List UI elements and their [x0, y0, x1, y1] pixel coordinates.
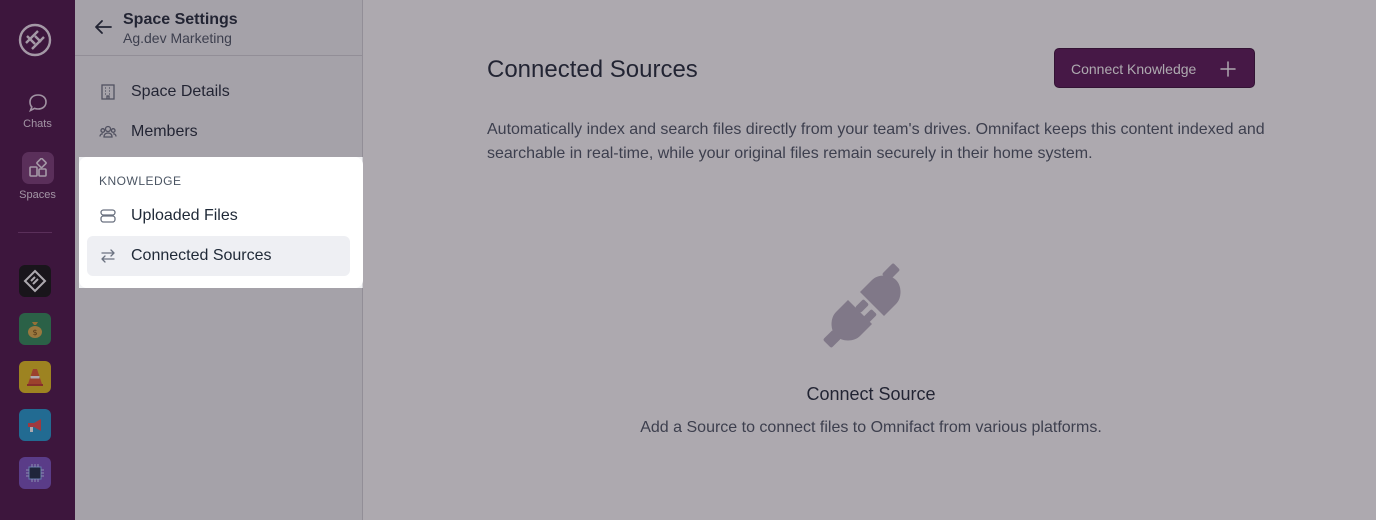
traffic-cone-icon — [27, 369, 43, 386]
app-tile-3[interactable] — [19, 361, 51, 393]
sidebar-item-connected-sources[interactable]: Connected Sources — [87, 236, 350, 276]
rail-spaces[interactable]: Spaces — [0, 152, 75, 201]
sidebar-item-label: Uploaded Files — [131, 207, 238, 224]
plug-icon — [823, 263, 901, 348]
app-tile-4[interactable] — [19, 409, 51, 441]
plus-icon — [1220, 61, 1236, 77]
connect-knowledge-button[interactable]: Connect Knowledge — [1054, 48, 1255, 88]
sidebar-item-label: Connected Sources — [131, 247, 272, 264]
chip-icon — [26, 464, 44, 482]
sidebar-item-space-details[interactable]: Space Details — [87, 72, 350, 112]
sidebar-item-label: Members — [131, 123, 198, 140]
app-rail: Chats Spaces $ — [0, 0, 75, 520]
app-diamond-icon — [23, 269, 47, 293]
spaces-grid-icon — [28, 158, 47, 177]
rail-spaces-label: Spaces — [19, 189, 56, 201]
empty-state-title: Connect Source — [806, 384, 936, 404]
page-title: Connected Sources — [487, 56, 698, 83]
app-tile-5[interactable] — [19, 457, 51, 489]
megaphone-icon — [28, 419, 41, 432]
spaces-icon-box — [21, 152, 54, 184]
main-content: Connected Sources Connect Knowledge Auto… — [363, 0, 1376, 520]
sidebar-header: Space Settings Ag.dev Marketing — [75, 0, 362, 56]
knowledge-section: KNOWLEDGE Uploaded Files Connected Sourc… — [79, 157, 363, 288]
sidebar-item-uploaded-files[interactable]: Uploaded Files — [87, 196, 350, 236]
empty-state-text: Add a Source to connect files to Omnifac… — [640, 419, 1102, 436]
page-description: Automatically index and search files dir… — [487, 121, 1265, 162]
svg-text:$: $ — [32, 328, 37, 337]
sidebar-item-members[interactable]: Members — [87, 112, 350, 152]
arrows-exchange-icon — [101, 249, 115, 263]
rail-chats[interactable]: Chats — [0, 92, 75, 130]
users-icon — [99, 125, 117, 138]
money-bag-icon: $ — [28, 322, 42, 338]
database-stack-icon — [100, 209, 116, 223]
app-tile-2[interactable]: $ — [19, 313, 51, 345]
rail-chats-label: Chats — [23, 118, 52, 130]
sidebar-item-label: Space Details — [131, 83, 230, 100]
sidebar-subtitle: Ag.dev Marketing — [123, 30, 232, 46]
knowledge-section-label: KNOWLEDGE — [99, 174, 182, 188]
chat-bubble-icon — [28, 94, 47, 113]
building-icon — [101, 84, 115, 100]
back-arrow-icon[interactable] — [92, 16, 114, 38]
app-tile-1[interactable] — [19, 265, 51, 297]
sidebar-title: Space Settings — [123, 11, 238, 28]
omnifact-logo-icon[interactable] — [17, 22, 53, 58]
connect-knowledge-label: Connect Knowledge — [1071, 61, 1197, 77]
rail-divider — [18, 232, 52, 233]
